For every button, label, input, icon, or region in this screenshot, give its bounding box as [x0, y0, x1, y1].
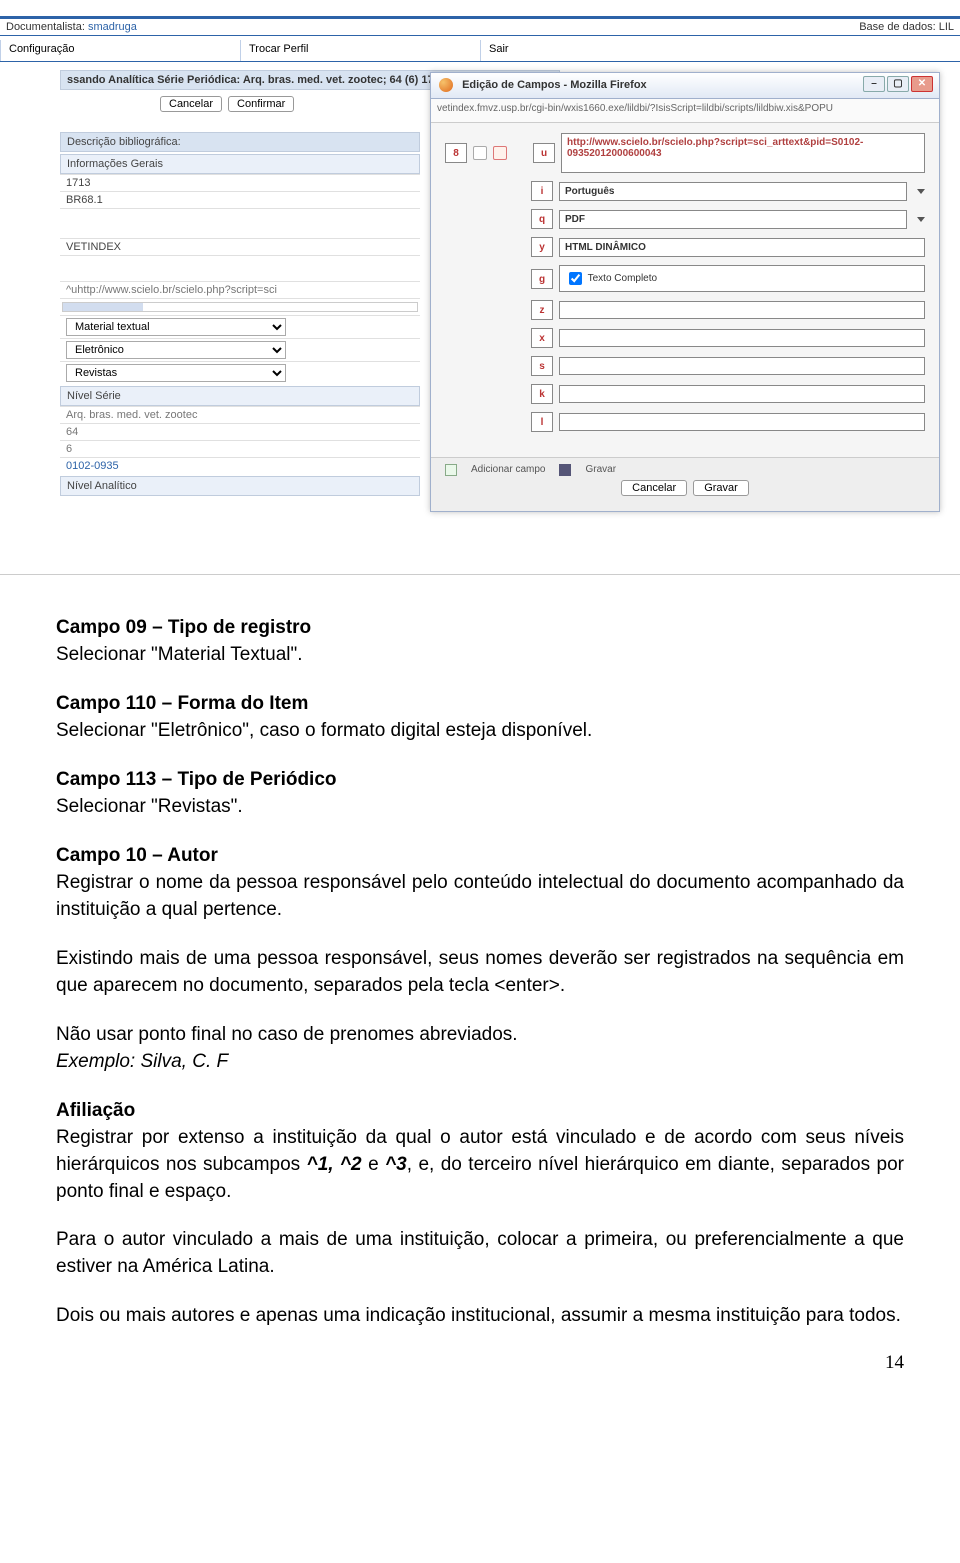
- dropdown-icon[interactable]: [917, 189, 925, 194]
- dialog-body: 8 u http://www.scielo.br/scielo.php?scri…: [431, 123, 939, 450]
- save-link[interactable]: Gravar: [585, 464, 616, 476]
- row-br: BR68.1: [60, 191, 420, 208]
- documentalista-label: Documentalista:: [6, 21, 85, 33]
- top-bar: Documentalista: smadruga Base de dados: …: [0, 16, 960, 36]
- campo-113-body: Selecionar "Revistas".: [56, 794, 904, 821]
- menu-bar: Configuração Trocar Perfil Sair: [0, 40, 960, 62]
- field-s[interactable]: [559, 357, 925, 375]
- dialog-save-button[interactable]: Gravar: [693, 480, 749, 496]
- afiliacao-body2: Para o autor vinculado a mais de uma ins…: [56, 1227, 904, 1281]
- select-revistas[interactable]: Revistas: [66, 364, 286, 382]
- campo-113-heading: Campo 113 – Tipo de Periódico: [56, 767, 904, 794]
- dialog-address-bar[interactable]: vetindex.fmvz.usp.br/cgi-bin/wxis1660.ex…: [431, 99, 939, 123]
- address-text: vetindex.fmvz.usp.br/cgi-bin/wxis1660.ex…: [437, 103, 833, 114]
- menu-sair[interactable]: Sair: [480, 40, 720, 61]
- dialog-cancel-button[interactable]: Cancelar: [621, 480, 687, 496]
- field-y[interactable]: HTML DINÂMICO: [559, 238, 925, 257]
- afiliacao-body3: Dois ou mais autores e apenas uma indica…: [56, 1303, 904, 1330]
- field-i[interactable]: Português: [559, 182, 907, 201]
- window-maximize-button[interactable]: ▢: [887, 76, 909, 92]
- code-s: s: [531, 356, 553, 376]
- field-x[interactable]: [559, 329, 925, 347]
- campo-10-body2: Existindo mais de uma pessoa responsável…: [56, 946, 904, 1000]
- menu-trocar-perfil[interactable]: Trocar Perfil: [240, 40, 480, 61]
- add-icon: [445, 464, 457, 476]
- left-form-panel: Descrição bibliográfica: Informações Ger…: [60, 130, 420, 496]
- field-z[interactable]: [559, 301, 925, 319]
- field-u-url[interactable]: http://www.scielo.br/scielo.php?script=s…: [561, 133, 925, 173]
- edit-fields-dialog: Edição de Campos - Mozilla Firefox – ▢ ✕…: [430, 72, 940, 512]
- action-row: Cancelar Confirmar: [160, 96, 294, 112]
- campo-10-body3a: Não usar ponto final no caso de prenomes…: [56, 1024, 518, 1045]
- nivel-serie-header: Nível Série: [60, 386, 420, 406]
- row-vetindex: VETINDEX: [60, 238, 420, 255]
- page-number: 14: [56, 1352, 904, 1374]
- code-l: l: [531, 412, 553, 432]
- add-field-link[interactable]: Adicionar campo: [471, 464, 545, 476]
- desc-header: Descrição bibliográfica:: [60, 132, 420, 152]
- select-eletronico[interactable]: Eletrônico: [66, 341, 286, 359]
- code-z: z: [531, 300, 553, 320]
- row-64: 64: [60, 423, 420, 440]
- field-k[interactable]: [559, 385, 925, 403]
- window-minimize-button[interactable]: –: [863, 76, 885, 92]
- select-material-textual[interactable]: Material textual: [66, 318, 286, 336]
- campo-09-heading: Campo 09 – Tipo de registro: [56, 615, 904, 642]
- campo-10-body1: Registrar o nome da pessoa responsável p…: [56, 870, 904, 924]
- campo-10-heading: Campo 10 – Autor: [56, 843, 904, 870]
- info-header: Informações Gerais: [60, 154, 420, 174]
- code-k: k: [531, 384, 553, 404]
- delete-icon[interactable]: [493, 146, 507, 160]
- row-url: ^uhttp://www.scielo.br/scielo.php?script…: [60, 281, 420, 298]
- page-icon: [473, 146, 487, 160]
- code-g: g: [531, 269, 553, 289]
- field-g[interactable]: Texto Completo: [559, 265, 925, 292]
- campo-10-example: Exemplo: Silva, C. F: [56, 1051, 228, 1072]
- window-close-button[interactable]: ✕: [911, 76, 933, 92]
- campo-110-body: Selecionar "Eletrônico", caso o formato …: [56, 718, 904, 745]
- code-8: 8: [445, 143, 467, 163]
- dialog-title: Edição de Campos - Mozilla Firefox: [462, 79, 647, 91]
- document-body: Campo 09 – Tipo de registro Selecionar "…: [0, 575, 960, 1414]
- row-6: 6: [60, 440, 420, 457]
- disk-icon: [559, 464, 571, 476]
- cancel-button[interactable]: Cancelar: [160, 96, 222, 112]
- afiliacao-heading: Afiliação: [56, 1098, 904, 1125]
- code-u: u: [533, 143, 555, 163]
- dialog-footer: Adicionar campo Gravar Cancelar Gravar: [431, 457, 939, 511]
- nivel-analitico-header: Nível Analítico: [60, 476, 420, 496]
- texto-completo-checkbox[interactable]: [569, 272, 582, 285]
- documentalista-user: smadruga: [88, 21, 137, 33]
- campo-110-heading: Campo 110 – Forma do Item: [56, 691, 904, 718]
- code-y: y: [531, 237, 553, 257]
- code-x: x: [531, 328, 553, 348]
- code-q: q: [531, 209, 553, 229]
- field-q[interactable]: PDF: [559, 210, 907, 229]
- field-l[interactable]: [559, 413, 925, 431]
- confirm-button[interactable]: Confirmar: [228, 96, 294, 112]
- embedded-screenshot: Documentalista: smadruga Base de dados: …: [0, 0, 960, 575]
- row-issn: 0102-0935: [60, 457, 420, 474]
- row-arq-bras: Arq. bras. med. vet. zootec: [60, 406, 420, 423]
- dropdown-icon[interactable]: [917, 217, 925, 222]
- database-label: Base de dados: LIL: [859, 21, 954, 33]
- firefox-icon: [439, 78, 453, 92]
- menu-config[interactable]: Configuração: [0, 40, 240, 61]
- code-i: i: [531, 181, 553, 201]
- dialog-titlebar: Edição de Campos - Mozilla Firefox – ▢ ✕: [431, 73, 939, 99]
- row-id: 1713: [60, 174, 420, 191]
- campo-09-body: Selecionar "Material Textual".: [56, 642, 904, 669]
